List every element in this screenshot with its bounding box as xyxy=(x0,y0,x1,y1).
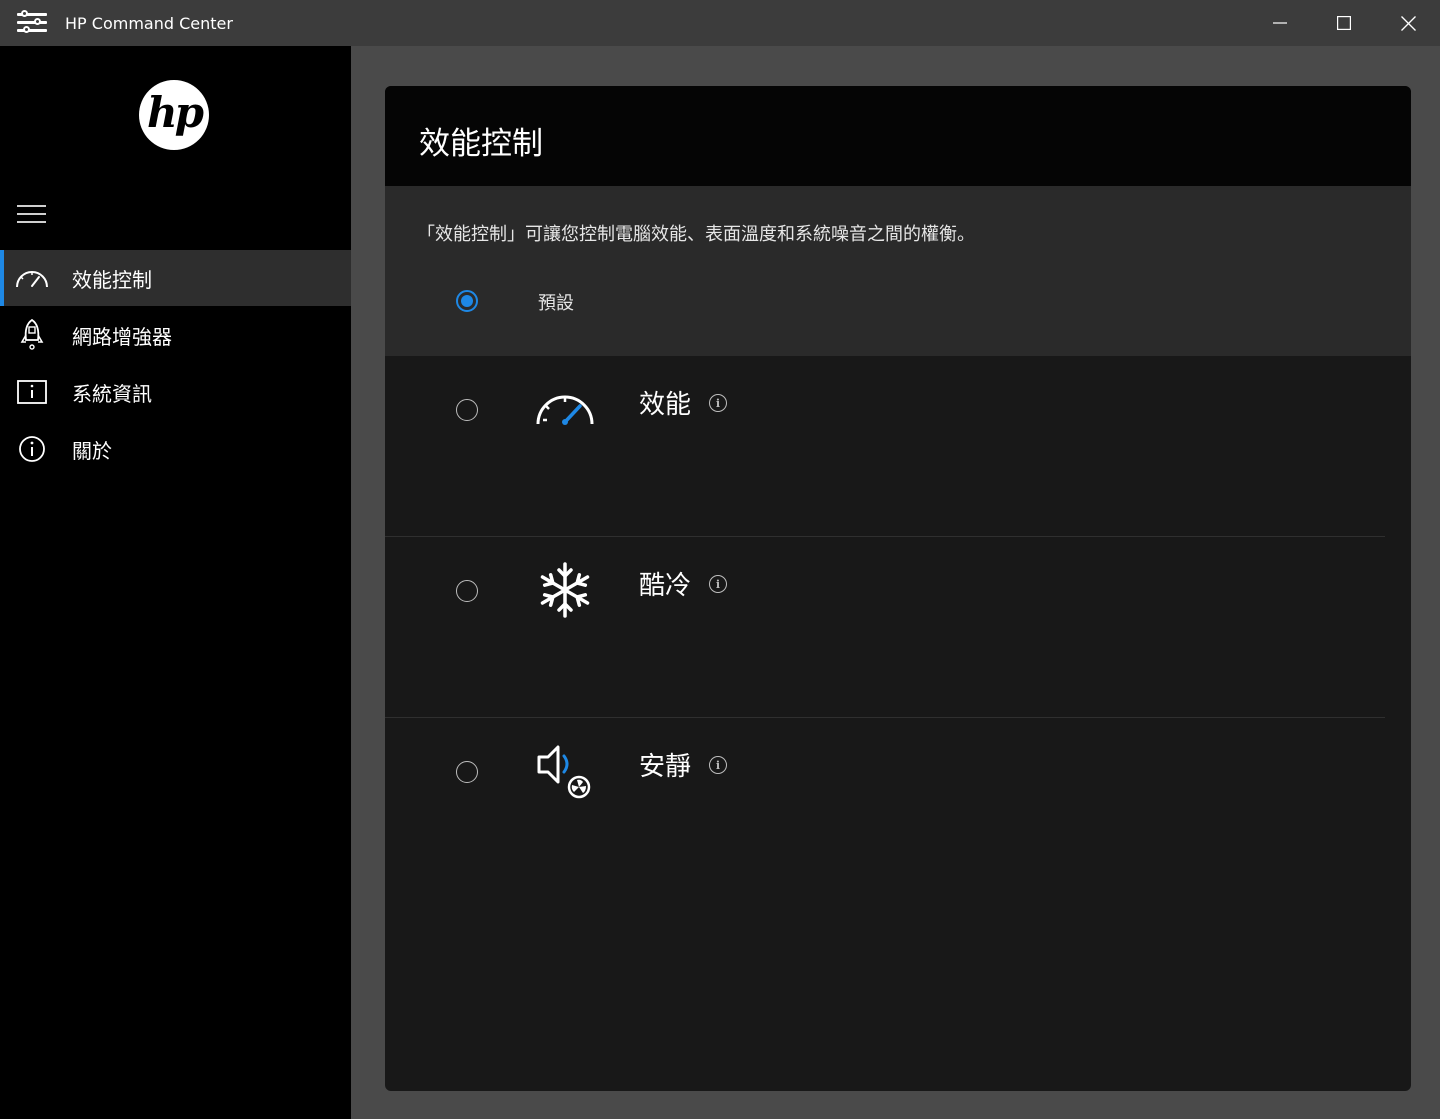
hamburger-menu-button[interactable] xyxy=(17,203,47,227)
default-option-section: 「效能控制」可讓您控制電腦效能、表面溫度和系統噪音之間的權衡。 預設 xyxy=(385,186,1411,356)
quiet-info-icon[interactable]: i xyxy=(709,756,727,774)
cool-label: 酷冷 xyxy=(639,571,692,601)
speedometer-icon xyxy=(15,261,49,295)
quiet-label: 安靜 xyxy=(639,752,692,782)
speedometer-icon xyxy=(536,395,594,425)
close-icon xyxy=(1400,15,1416,31)
sidebar-nav: 效能控制 網路增強器 系統資訊 關於 xyxy=(0,250,351,478)
window-controls xyxy=(1248,0,1440,46)
info-circle-icon xyxy=(15,432,49,466)
sidebar: hp 效能控制 網路增強器 系統資訊 關於 xyxy=(0,46,351,1119)
sidebar-item-label: 網路增強器 xyxy=(72,324,172,349)
cool-radio[interactable] xyxy=(456,580,478,602)
page-title: 效能控制 xyxy=(419,126,543,162)
quiet-radio[interactable] xyxy=(456,761,478,783)
minimize-icon xyxy=(1273,22,1287,24)
mode-row-performance[interactable]: 效能 i xyxy=(385,356,1411,537)
mode-row-cool[interactable]: 酷冷 i xyxy=(385,537,1411,718)
sidebar-item-label: 系統資訊 xyxy=(72,381,152,406)
settings-sliders-icon xyxy=(17,10,47,36)
performance-label: 效能 xyxy=(639,390,692,420)
close-button[interactable] xyxy=(1376,0,1440,46)
cool-info-icon[interactable]: i xyxy=(709,575,727,593)
sidebar-item-label: 關於 xyxy=(72,438,112,463)
description-text: 「效能控制」可讓您控制電腦效能、表面溫度和系統噪音之間的權衡。 xyxy=(417,224,975,245)
info-box-icon xyxy=(15,375,49,409)
sidebar-item-about[interactable]: 關於 xyxy=(0,421,351,477)
mode-row-quiet[interactable]: 安靜 i xyxy=(385,718,1411,899)
maximize-icon xyxy=(1337,16,1351,30)
performance-control-panel: 效能控制 「效能控制」可讓您控制電腦效能、表面溫度和系統噪音之間的權衡。 預設 … xyxy=(385,86,1411,1091)
sidebar-item-system-info[interactable]: 系統資訊 xyxy=(0,364,351,420)
rocket-icon xyxy=(15,318,49,352)
snowflake-icon xyxy=(540,562,590,618)
title-bar: HP Command Center xyxy=(0,0,1440,46)
speaker-fan-icon xyxy=(537,745,591,799)
panel-header: 效能控制 xyxy=(385,86,1411,186)
sidebar-item-performance-control[interactable]: 效能控制 xyxy=(0,250,351,306)
window-title: HP Command Center xyxy=(65,13,233,33)
maximize-button[interactable] xyxy=(1312,0,1376,46)
hp-logo-text: hp xyxy=(147,87,204,137)
performance-radio[interactable] xyxy=(456,399,478,421)
sidebar-item-network-booster[interactable]: 網路增強器 xyxy=(0,307,351,363)
minimize-button[interactable] xyxy=(1248,0,1312,46)
performance-info-icon[interactable]: i xyxy=(709,394,727,412)
hp-logo: hp xyxy=(139,80,209,150)
default-label: 預設 xyxy=(538,293,574,314)
default-radio[interactable] xyxy=(456,290,478,312)
sidebar-item-label: 效能控制 xyxy=(72,267,152,292)
